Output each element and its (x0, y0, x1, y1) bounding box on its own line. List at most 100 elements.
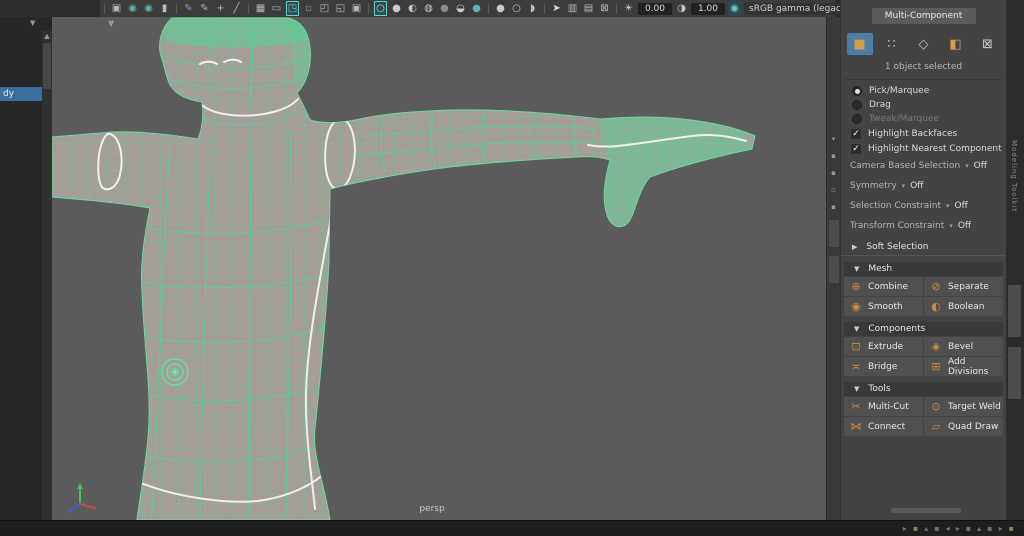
section-header-mesh[interactable]: ▼ Mesh (844, 262, 1003, 276)
outliner-selected-item[interactable]: dy (0, 87, 47, 101)
status-icon[interactable]: ◂ (946, 524, 950, 533)
section-header-components[interactable]: ▼ Components (844, 322, 1003, 336)
button-label: Multi-Cut (868, 401, 909, 412)
select-camera-icon[interactable]: ▣ (110, 1, 123, 16)
combine-button[interactable]: ⊕ Combine (844, 277, 923, 296)
no-image-icon[interactable]: ⊠ (598, 1, 611, 16)
section-header-tools[interactable]: ▼ Tools (844, 382, 1003, 396)
snapshot-icon[interactable]: ▥ (566, 1, 579, 16)
shadows-icon[interactable]: ● (438, 1, 451, 16)
motion-blur-icon[interactable]: ● (470, 1, 483, 16)
viewport-panel-menu-icon[interactable]: ▼ (108, 19, 114, 28)
radio-pick-marquee[interactable]: Pick/Marquee (841, 84, 1006, 98)
status-icon[interactable]: ▴ (977, 524, 981, 533)
camera-attributes-icon[interactable]: ◉ (142, 1, 155, 16)
3d-viewport[interactable] (51, 17, 826, 521)
pan-zoom-icon[interactable]: ✎ (198, 1, 211, 16)
isolate-select-icon[interactable]: ○ (510, 1, 523, 16)
strip-icon[interactable]: ▪ (831, 152, 836, 160)
checkbox-highlight-backfaces[interactable]: ✓ Highlight Backfaces (841, 126, 1006, 141)
image-plane-icon[interactable]: ✎ (182, 1, 195, 16)
strip-button[interactable] (828, 256, 839, 283)
checkbox-highlight-nearest-component[interactable]: ✓ Highlight Nearest Component (841, 141, 1006, 156)
strip-button[interactable] (828, 220, 839, 247)
toolkit-hscrollbar[interactable] (891, 508, 961, 513)
boolean-button[interactable]: ◐ Boolean (924, 297, 1003, 316)
scrollbar-thumb[interactable] (43, 43, 51, 89)
face-mode-icon[interactable]: ◧ (943, 33, 969, 55)
ambient-occlusion-icon[interactable]: ◒ (454, 1, 467, 16)
bevel-button[interactable]: ◈ Bevel (924, 337, 1003, 356)
dropdown-transform-constraint[interactable]: Transform Constraint ▾ Off (841, 216, 1006, 236)
lights-icon[interactable]: ◍ (422, 1, 435, 16)
status-icon[interactable]: ▸ (903, 524, 907, 533)
scrollbar-up-icon[interactable]: ▲ (42, 31, 52, 41)
shaded-display-icon[interactable]: ● (390, 1, 403, 16)
strip-icon[interactable]: ▾ (832, 135, 836, 143)
viewport-canvas[interactable] (51, 17, 826, 521)
fx-icon[interactable]: ◗ (526, 1, 539, 16)
status-icon[interactable]: ▪ (987, 524, 992, 533)
strip-icon[interactable]: ▪ (831, 203, 836, 211)
dropdown-symmetry[interactable]: Symmetry ▾ Off (841, 176, 1006, 196)
bookmarks-icon[interactable]: ▮ (158, 1, 171, 16)
strip-icon[interactable]: ▫ (831, 186, 836, 194)
move-icon[interactable]: + (214, 1, 227, 16)
field-chart-icon[interactable]: ▣ (350, 1, 363, 16)
strip-icon[interactable]: ▪ (831, 169, 836, 177)
vertical-tab-button[interactable] (1008, 347, 1021, 399)
status-icon[interactable]: ▸ (999, 524, 1003, 533)
tab-multi-component[interactable]: Multi-Component (871, 8, 976, 24)
outliner-scrollbar[interactable]: ▲ (42, 31, 52, 520)
chevron-down-icon: ▾ (946, 202, 950, 210)
status-icon[interactable]: ▴ (924, 524, 928, 533)
wireframe-display-icon[interactable]: ○ (374, 1, 387, 16)
view-transform-icon[interactable]: ◉ (728, 1, 741, 16)
multi-component-mode-icon[interactable]: ⊠ (975, 33, 1001, 55)
quad-draw-button[interactable]: ▱ Quad Draw (924, 417, 1003, 436)
highlight-checkbox-group: ✓ Highlight Backfaces ✓ Highlight Nearest C… (841, 126, 1006, 156)
dropdown-selection-constraint[interactable]: Selection Constraint ▾ Off (841, 196, 1006, 216)
safe-title-icon[interactable]: ◱ (334, 1, 347, 16)
safe-action-icon[interactable]: ◰ (318, 1, 331, 16)
object-mode-icon[interactable]: ■ (846, 33, 873, 55)
measure-icon[interactable]: ╱ (230, 1, 243, 16)
status-icon[interactable]: ▪ (966, 524, 971, 533)
add-divisions-button[interactable]: ⊞ Add Divisions (924, 357, 1003, 377)
radio-drag[interactable]: Drag (841, 98, 1006, 112)
bridge-button[interactable]: ≍ Bridge (844, 357, 923, 376)
status-icon[interactable]: ▪ (913, 524, 918, 533)
extrude-button[interactable]: ⊡ Extrude (844, 337, 923, 356)
xray-icon[interactable]: ● (494, 1, 507, 16)
edge-mode-icon[interactable]: ◇ (911, 33, 937, 55)
vertical-tab-label[interactable]: Modeling Toolkit (1010, 140, 1018, 212)
snapshot-bake-icon[interactable]: ▤ (582, 1, 595, 16)
radio-tweak-marquee[interactable]: Tweak/Marquee (841, 112, 1006, 126)
status-icon[interactable]: ▪ (1009, 524, 1014, 533)
gamma-field[interactable]: 1.00 (691, 2, 725, 15)
gate-mask-icon[interactable]: ▫ (302, 1, 315, 16)
dropdown-camera-based-selection[interactable]: Camera Based Selection ▾ Off (841, 156, 1006, 176)
connect-button[interactable]: ⋈ Connect (844, 417, 923, 436)
target-weld-button[interactable]: ⊙ Target Weld (924, 397, 1003, 416)
panel-menu-arrow-icon[interactable]: ▼ (30, 19, 35, 27)
soft-selection-row[interactable]: ▶ Soft Selection (841, 239, 1006, 256)
smooth-button[interactable]: ◉ Smooth (844, 297, 923, 316)
cursor-icon[interactable]: ➤ (550, 1, 563, 16)
textured-display-icon[interactable]: ◐ (406, 1, 419, 16)
vertex-mode-icon[interactable]: ∷ (879, 33, 905, 55)
status-icon[interactable]: ▪ (934, 524, 939, 533)
film-gate-icon[interactable]: ▭ (270, 1, 283, 16)
dropdown-value: Off (954, 201, 968, 211)
exposure-icon[interactable]: ☀ (622, 1, 635, 16)
resolution-gate-icon[interactable]: ◳ (286, 1, 299, 16)
lock-camera-icon[interactable]: ◉ (126, 1, 139, 16)
separate-button[interactable]: ⊘ Separate (924, 277, 1003, 296)
grid-icon[interactable]: ▦ (254, 1, 267, 16)
gamma-icon[interactable]: ◑ (675, 1, 688, 16)
multi-cut-button[interactable]: ✂ Multi-Cut (844, 397, 923, 416)
expand-arrow-icon: ▶ (852, 243, 858, 251)
exposure-field[interactable]: 0.00 (638, 2, 672, 15)
vertical-tab-button[interactable] (1008, 285, 1021, 337)
status-icon[interactable]: ▸ (956, 524, 960, 533)
